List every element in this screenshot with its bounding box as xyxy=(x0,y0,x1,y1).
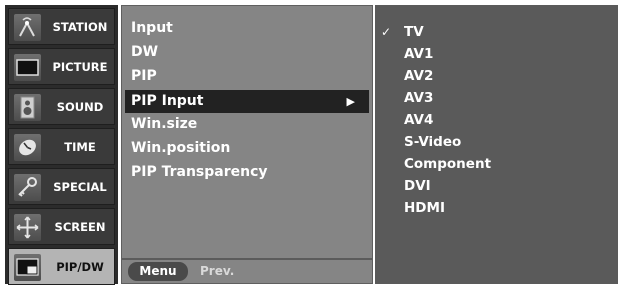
category-station[interactable]: STATION xyxy=(8,8,115,45)
screen-adjust-icon xyxy=(14,214,41,241)
osd-menu: STATION PICTURE SOUND TIME SPECIAL SCREE… xyxy=(0,0,618,285)
category-label: PIP/DW xyxy=(56,260,104,274)
submenu-item-win-size[interactable]: Win.size xyxy=(125,113,369,136)
option-hdmi[interactable]: HDMI xyxy=(375,197,618,219)
option-label: HDMI xyxy=(404,200,445,216)
category-screen[interactable]: SCREEN xyxy=(8,208,115,245)
submenu-item-label: DW xyxy=(131,44,159,60)
option-label: Component xyxy=(404,156,492,172)
option-av4[interactable]: AV4 xyxy=(375,109,618,131)
option-s-video[interactable]: S-Video xyxy=(375,131,618,153)
category-label: PICTURE xyxy=(52,60,108,74)
submenu-item-input[interactable]: Input xyxy=(125,17,369,40)
category-time[interactable]: TIME xyxy=(8,128,115,165)
option-dvi[interactable]: DVI xyxy=(375,175,618,197)
option-label: AV4 xyxy=(404,112,434,128)
category-label: STATION xyxy=(52,20,108,34)
category-label: SPECIAL xyxy=(53,180,107,194)
submenu-panel: Input DW PIP PIP Input ▶ Win.size Win.po… xyxy=(121,5,373,284)
category-pip-dw[interactable]: PIP/DW xyxy=(8,248,115,285)
option-label: AV3 xyxy=(404,90,434,106)
pip-icon xyxy=(14,254,41,281)
submenu-item-pip-transparency[interactable]: PIP Transparency xyxy=(125,161,369,184)
option-label: DVI xyxy=(404,178,431,194)
category-special[interactable]: SPECIAL xyxy=(8,168,115,205)
check-icon: ✓ xyxy=(381,25,392,39)
menu-button[interactable]: Menu xyxy=(128,262,188,281)
option-label: AV1 xyxy=(404,46,434,62)
monitor-icon xyxy=(14,54,41,81)
arrow-right-icon: ▶ xyxy=(346,95,355,108)
submenu-item-label: Win.size xyxy=(131,116,198,132)
category-label: SCREEN xyxy=(54,220,106,234)
submenu-item-label: Win.position xyxy=(131,140,231,156)
option-label: TV xyxy=(404,24,424,40)
submenu-item-label: Input xyxy=(131,20,173,36)
category-label: TIME xyxy=(64,140,96,154)
option-component[interactable]: Component xyxy=(375,153,618,175)
clock-icon xyxy=(14,134,41,161)
options-panel: ✓ TV AV1 AV2 AV3 AV4 S-Video Component D… xyxy=(375,5,618,284)
option-label: S-Video xyxy=(404,134,462,150)
category-column: STATION PICTURE SOUND TIME SPECIAL SCREE… xyxy=(5,5,118,285)
submenu-item-dw[interactable]: DW xyxy=(125,41,369,64)
submenu-item-pip[interactable]: PIP xyxy=(125,65,369,88)
option-av2[interactable]: AV2 xyxy=(375,65,618,87)
key-icon xyxy=(14,174,41,201)
submenu-item-win-position[interactable]: Win.position xyxy=(125,137,369,160)
category-picture[interactable]: PICTURE xyxy=(8,48,115,85)
option-tv[interactable]: ✓ TV xyxy=(375,21,618,43)
speaker-icon xyxy=(14,94,41,121)
option-av3[interactable]: AV3 xyxy=(375,87,618,109)
footer-divider xyxy=(122,258,372,260)
submenu-item-label: PIP Transparency xyxy=(131,164,268,180)
submenu-item-pip-input[interactable]: PIP Input ▶ xyxy=(125,90,369,113)
antenna-icon xyxy=(14,14,41,41)
category-sound[interactable]: SOUND xyxy=(8,88,115,125)
option-label: AV2 xyxy=(404,68,434,84)
submenu-item-label: PIP xyxy=(131,68,157,84)
category-label: SOUND xyxy=(56,100,104,114)
submenu-item-label: PIP Input xyxy=(131,93,204,109)
option-av1[interactable]: AV1 xyxy=(375,43,618,65)
prev-label: Prev. xyxy=(200,264,235,278)
